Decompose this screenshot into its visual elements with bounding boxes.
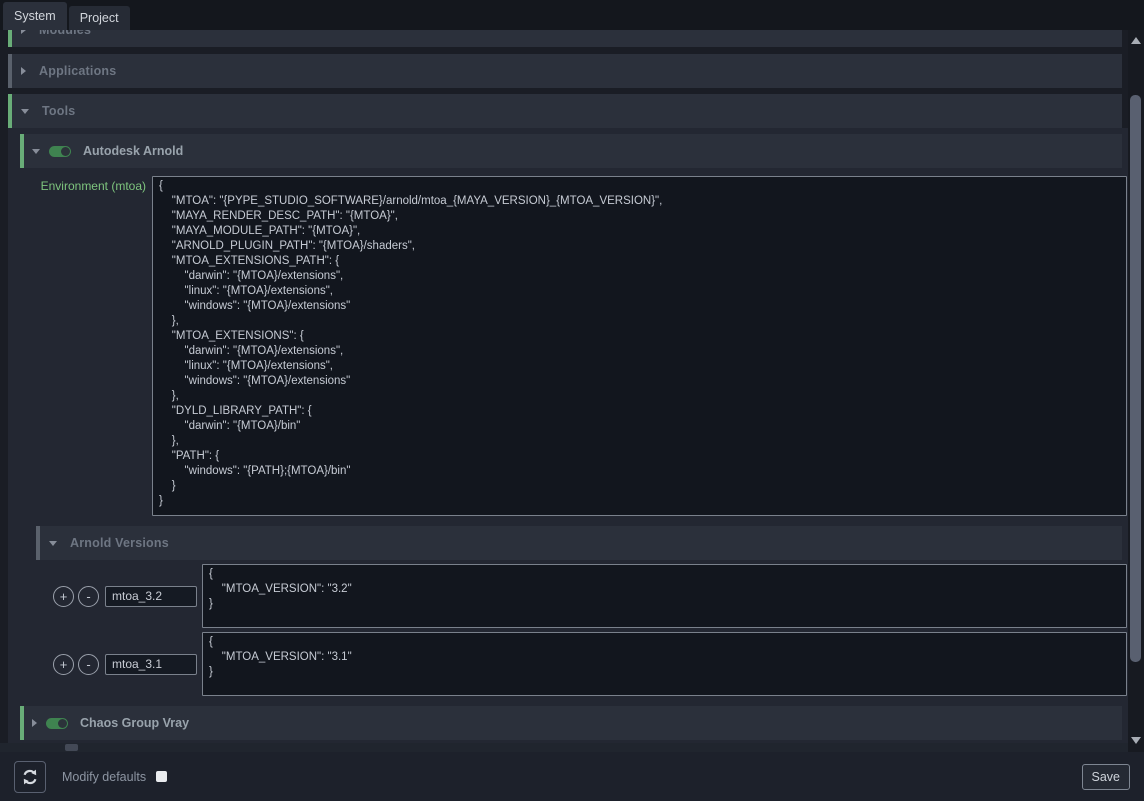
- remove-version-button[interactable]: -: [78, 586, 99, 607]
- remove-version-button[interactable]: -: [78, 654, 99, 675]
- version-json-editor[interactable]: { "MTOA_VERSION": "3.2" }: [202, 564, 1127, 628]
- environment-row: Environment (mtoa) { "MTOA": "{PYPE_STUD…: [20, 176, 1128, 516]
- section-title: Tools: [42, 104, 75, 118]
- tab-project[interactable]: Project: [69, 6, 130, 30]
- refresh-button[interactable]: [14, 761, 46, 793]
- version-name-input[interactable]: [105, 654, 197, 675]
- refresh-icon: [21, 768, 39, 786]
- chevron-down-icon: [21, 109, 29, 114]
- section-title: Applications: [39, 64, 116, 78]
- chevron-right-icon: [21, 30, 26, 34]
- scroll-down-arrow-icon[interactable]: [1131, 737, 1141, 744]
- section-title: Arnold Versions: [70, 536, 169, 550]
- settings-content: Modules Applications Tools Autodesk Arno…: [8, 30, 1128, 749]
- scroll-up-arrow-icon[interactable]: [1131, 37, 1141, 44]
- vertical-scrollbar-thumb[interactable]: [1130, 95, 1141, 662]
- toggle-knob-icon: [58, 719, 67, 728]
- chevron-right-icon: [32, 719, 37, 727]
- add-version-button[interactable]: +: [53, 654, 74, 675]
- chevron-right-icon: [21, 67, 26, 75]
- settings-scroll-area: Modules Applications Tools Autodesk Arno…: [0, 30, 1144, 752]
- version-name-input[interactable]: [105, 586, 197, 607]
- modify-defaults-checkbox[interactable]: [156, 771, 167, 782]
- section-header-tools[interactable]: Tools: [8, 94, 1122, 128]
- tool-header-chaos-group-vray[interactable]: Chaos Group Vray: [20, 706, 1122, 740]
- tool-title: Autodesk Arnold: [83, 144, 183, 158]
- tab-bar: System Project: [0, 0, 1144, 30]
- tool-title: Chaos Group Vray: [80, 716, 189, 730]
- arnold-enabled-toggle[interactable]: [49, 146, 71, 157]
- add-version-button[interactable]: +: [53, 586, 74, 607]
- section-header-modules[interactable]: Modules: [8, 30, 1122, 47]
- version-json-editor[interactable]: { "MTOA_VERSION": "3.1" }: [202, 632, 1127, 696]
- section-header-applications[interactable]: Applications: [8, 54, 1122, 88]
- settings-window: { "tabs": { "system": "System", "project…: [0, 0, 1144, 801]
- section-header-arnold-versions[interactable]: Arnold Versions: [36, 526, 1122, 560]
- save-button[interactable]: Save: [1082, 764, 1131, 790]
- version-row: + - { "MTOA_VERSION": "3.1" }: [53, 632, 1128, 696]
- footer-bar: Modify defaults Save: [0, 752, 1144, 801]
- chevron-down-icon: [32, 149, 40, 154]
- horizontal-scrollbar[interactable]: [0, 743, 1128, 752]
- vray-enabled-toggle[interactable]: [46, 718, 68, 729]
- version-row: + - { "MTOA_VERSION": "3.2" }: [53, 564, 1128, 628]
- vertical-scrollbar[interactable]: [1128, 30, 1144, 752]
- tool-header-autodesk-arnold[interactable]: Autodesk Arnold: [20, 134, 1122, 168]
- toggle-knob-icon: [61, 147, 70, 156]
- environment-json-editor[interactable]: { "MTOA": "{PYPE_STUDIO_SOFTWARE}/arnold…: [152, 176, 1127, 516]
- modify-defaults-label: Modify defaults: [62, 770, 146, 784]
- section-title: Modules: [39, 30, 91, 37]
- tools-section-body: Autodesk Arnold Environment (mtoa) { "MT…: [8, 128, 1128, 749]
- environment-label: Environment (mtoa): [20, 176, 146, 193]
- tab-system[interactable]: System: [3, 2, 67, 30]
- chevron-down-icon: [49, 541, 57, 546]
- horizontal-scrollbar-thumb[interactable]: [65, 744, 78, 751]
